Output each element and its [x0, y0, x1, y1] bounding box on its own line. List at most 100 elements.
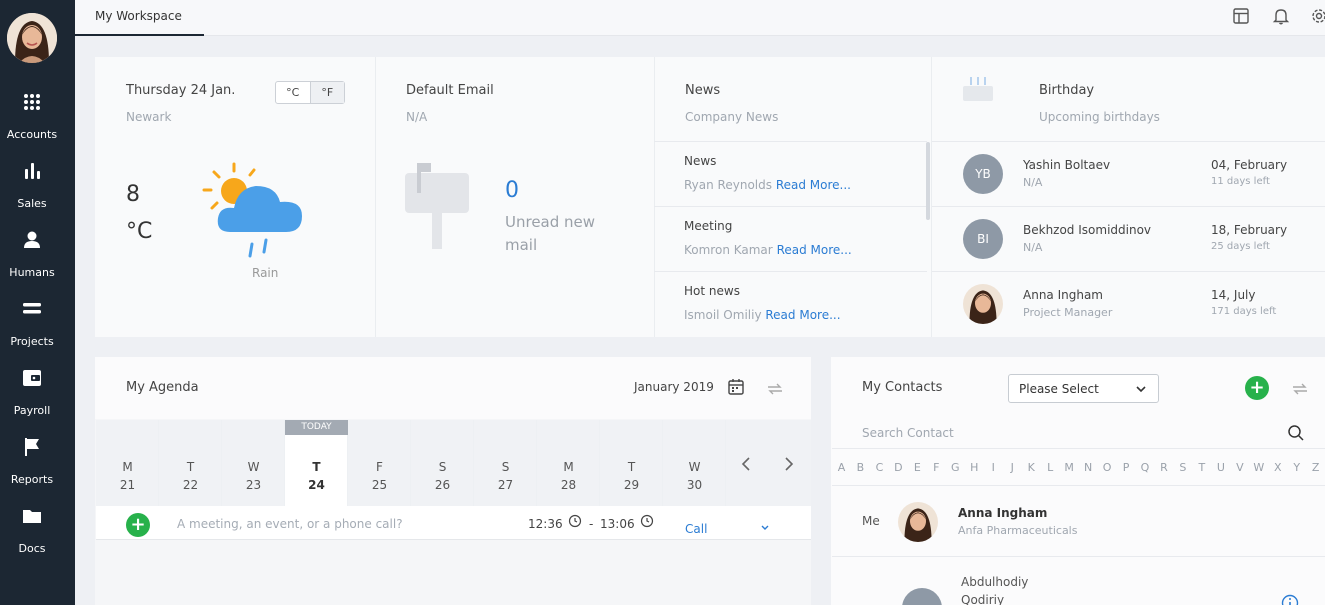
- letter-filter[interactable]: A: [832, 460, 851, 485]
- contact-row[interactable]: Abdulhodiy Qodiriy: [832, 558, 1325, 605]
- birthday-row[interactable]: YB Yashin Boltaev N/A 04, February 11 da…: [932, 141, 1325, 206]
- birthday-row[interactable]: BI Bekhzod Isomiddinov N/A 18, February …: [932, 206, 1325, 271]
- letter-filter[interactable]: Z: [1306, 460, 1325, 485]
- search-icon[interactable]: [1287, 424, 1305, 442]
- info-icon[interactable]: [1281, 594, 1299, 605]
- sidebar: Accounts Sales Humans Projects Payroll R…: [0, 0, 75, 605]
- avatar: YB: [963, 154, 1003, 194]
- news-subtitle: Company News: [685, 110, 779, 124]
- sidebar-item-label: Humans: [9, 266, 55, 279]
- letter-filter[interactable]: Q: [1136, 460, 1155, 485]
- day-cell[interactable]: W 30: [663, 420, 726, 506]
- event-input[interactable]: A meeting, an event, or a phone call?: [177, 517, 403, 531]
- letter-filter[interactable]: S: [1173, 460, 1192, 485]
- letter-filter[interactable]: L: [1041, 460, 1060, 485]
- letter-filter[interactable]: C: [870, 460, 889, 485]
- sidebar-item-docs[interactable]: Docs: [0, 506, 75, 568]
- read-more-link[interactable]: Read More...: [776, 178, 851, 192]
- letter-filter[interactable]: R: [1154, 460, 1173, 485]
- letter-filter[interactable]: N: [1079, 460, 1098, 485]
- layout-icon[interactable]: [1232, 7, 1250, 25]
- wallet-icon: [23, 370, 41, 386]
- news-title: News: [685, 83, 721, 98]
- add-event-button[interactable]: +: [126, 513, 150, 537]
- letter-filter[interactable]: H: [965, 460, 984, 485]
- gear-icon[interactable]: [1310, 7, 1325, 25]
- day-cell-today[interactable]: TODAY T 24: [285, 420, 348, 506]
- sidebar-item-projects[interactable]: Projects: [0, 299, 75, 361]
- letter-filter[interactable]: O: [1098, 460, 1117, 485]
- time-from[interactable]: 12:36: [528, 517, 563, 531]
- calendar-icon[interactable]: [727, 378, 745, 396]
- letter-filter[interactable]: M: [1060, 460, 1079, 485]
- read-more-link[interactable]: Read More...: [777, 243, 852, 257]
- news-item[interactable]: News Ryan Reynolds Read More...: [654, 141, 927, 205]
- chevron-down-icon[interactable]: [760, 524, 770, 532]
- user-icon: [24, 231, 40, 248]
- clock-icon[interactable]: [640, 514, 654, 528]
- contact-name: Anna Ingham: [958, 506, 1048, 520]
- contact-group-select[interactable]: Please Select: [1008, 374, 1159, 403]
- letter-filter[interactable]: B: [851, 460, 870, 485]
- day-cell[interactable]: M 28: [537, 420, 600, 506]
- letter-filter[interactable]: Y: [1287, 460, 1306, 485]
- clock-icon[interactable]: [568, 514, 582, 528]
- celsius-button[interactable]: °C: [276, 82, 310, 103]
- event-type-select[interactable]: Call: [685, 522, 707, 536]
- sidebar-item-label: Sales: [17, 197, 47, 210]
- birthday-subtitle: Upcoming birthdays: [1039, 110, 1160, 124]
- news-item[interactable]: Hot news Ismoil Omiliy Read More...: [654, 271, 927, 335]
- sidebar-item-humans[interactable]: Humans: [0, 230, 75, 292]
- search-input[interactable]: Search Contact: [862, 426, 954, 440]
- sidebar-item-label: Docs: [18, 542, 46, 555]
- day-cell[interactable]: T 29: [600, 420, 663, 506]
- day-cell[interactable]: S 26: [411, 420, 474, 506]
- letter-filter[interactable]: E: [908, 460, 927, 485]
- refresh-icon[interactable]: [766, 381, 784, 397]
- sidebar-item-reports[interactable]: Reports: [0, 437, 75, 499]
- news-item[interactable]: Meeting Komron Kamar Read More...: [654, 206, 927, 270]
- time-to[interactable]: 13:06: [600, 517, 635, 531]
- unit-toggle: °C °F: [275, 81, 345, 104]
- letter-filter[interactable]: J: [1003, 460, 1022, 485]
- avatar: BI: [963, 219, 1003, 259]
- fahrenheit-button[interactable]: °F: [309, 82, 344, 103]
- add-contact-button[interactable]: +: [1245, 376, 1269, 400]
- refresh-icon[interactable]: [1291, 381, 1309, 397]
- time-separator: -: [589, 517, 594, 531]
- tab-my-workspace[interactable]: My Workspace: [75, 0, 204, 36]
- rain-weather-icon: [202, 162, 302, 258]
- letter-filter[interactable]: D: [889, 460, 908, 485]
- letter-filter[interactable]: U: [1211, 460, 1230, 485]
- sidebar-item-accounts[interactable]: Accounts: [0, 92, 75, 154]
- day-cell[interactable]: T 22: [159, 420, 222, 506]
- news-scrollbar[interactable]: [926, 142, 930, 220]
- chevron-right-icon[interactable]: [782, 456, 796, 472]
- day-cell[interactable]: F 25: [348, 420, 411, 506]
- sidebar-item-payroll[interactable]: Payroll: [0, 368, 75, 430]
- birthday-row[interactable]: Anna Ingham Project Manager 14, July 171…: [932, 271, 1325, 336]
- birthday-title: Birthday: [1039, 83, 1095, 98]
- chevron-left-icon[interactable]: [739, 456, 753, 472]
- letter-filter[interactable]: F: [927, 460, 946, 485]
- letter-filter[interactable]: T: [1192, 460, 1211, 485]
- agenda-month: January 2019: [634, 380, 714, 394]
- contact-row-me[interactable]: Me Anna Ingham Anfa Pharmaceuticals: [832, 486, 1325, 557]
- letter-filter[interactable]: W: [1249, 460, 1268, 485]
- sidebar-item-sales[interactable]: Sales: [0, 161, 75, 223]
- letter-filter[interactable]: K: [1022, 460, 1041, 485]
- day-cell[interactable]: M 21: [96, 420, 159, 506]
- day-cell[interactable]: W 23: [222, 420, 285, 506]
- letter-filter[interactable]: G: [946, 460, 965, 485]
- user-avatar[interactable]: [7, 13, 57, 63]
- letter-filter[interactable]: X: [1268, 460, 1287, 485]
- unread-count[interactable]: 0: [505, 178, 519, 203]
- read-more-link[interactable]: Read More...: [765, 308, 840, 322]
- day-cell[interactable]: S 27: [474, 420, 537, 506]
- letter-filter[interactable]: I: [984, 460, 1003, 485]
- letter-filter[interactable]: V: [1230, 460, 1249, 485]
- weather-city: Newark: [126, 110, 172, 124]
- bell-icon[interactable]: [1272, 7, 1290, 25]
- flag-icon: [25, 438, 39, 456]
- letter-filter[interactable]: P: [1117, 460, 1136, 485]
